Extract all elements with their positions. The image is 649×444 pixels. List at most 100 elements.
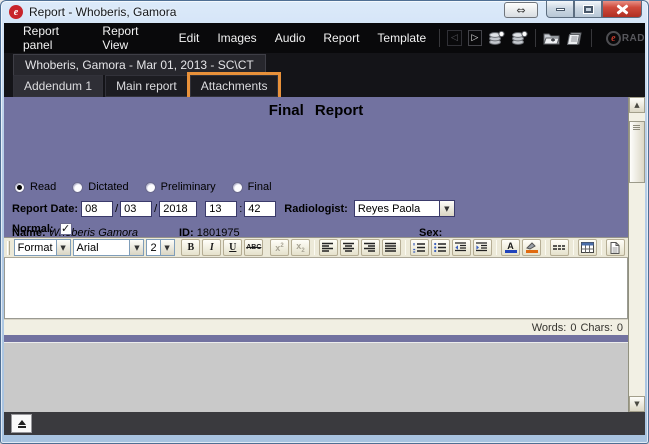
chevron-down-icon: ▼ xyxy=(56,240,70,255)
menu-report[interactable]: Report xyxy=(314,25,368,51)
chevron-down-icon[interactable]: ▼ xyxy=(439,201,454,216)
minimize-button[interactable] xyxy=(546,1,574,18)
prev-report-button[interactable]: ◁ xyxy=(447,30,462,46)
radio-final-dot[interactable] xyxy=(232,182,243,193)
normal-label: Normal: xyxy=(12,223,54,235)
addendum-lower-panel xyxy=(4,342,628,412)
maximize-button[interactable] xyxy=(574,1,602,18)
date-month-input[interactable] xyxy=(120,201,152,217)
collapse-panel-button[interactable] xyxy=(11,414,32,433)
normal-checkbox[interactable]: ✓ xyxy=(60,223,72,235)
radio-read-dot[interactable] xyxy=(14,182,25,193)
toolbar-divider xyxy=(545,240,546,255)
outdent-button[interactable] xyxy=(452,239,471,256)
save-close-report-icon[interactable] xyxy=(511,30,528,46)
eject-icon xyxy=(18,420,26,425)
numbered-list-button[interactable] xyxy=(410,239,429,256)
close-button[interactable] xyxy=(602,1,642,18)
tab-attachments[interactable]: Attachments xyxy=(190,75,279,97)
tab-main-report[interactable]: Main report xyxy=(105,75,188,97)
chevron-down-icon: ▼ xyxy=(160,240,174,255)
close-icon xyxy=(617,5,628,14)
toolbar-divider xyxy=(314,240,315,255)
radio-preliminary[interactable]: Preliminary xyxy=(145,181,216,193)
report-text-editor[interactable] xyxy=(4,258,628,319)
highlight-color-button[interactable] xyxy=(522,239,541,256)
report-date-row: Report Date: / / : Radiologist: Reyes Pa… xyxy=(12,200,455,217)
editor-toolbar: Format ▼ Arial ▼ 2 ▼ B I U xyxy=(4,237,628,258)
templates-book-icon[interactable] xyxy=(567,31,584,46)
new-page-button[interactable] xyxy=(606,239,625,256)
patient-study-tab[interactable]: Whoberis, Gamora - Mar 01, 2013 - SC\CT xyxy=(13,54,266,75)
align-left-button[interactable] xyxy=(319,239,338,256)
chars-count: 0 xyxy=(617,322,623,334)
vertical-scrollbar[interactable]: ▲ ▼ xyxy=(628,97,645,412)
horizontal-rule-button[interactable] xyxy=(550,239,569,256)
window-title: Report - Whoberis, Gamora xyxy=(29,5,176,19)
menu-edit[interactable]: Edit xyxy=(170,25,209,51)
menu-template[interactable]: Template xyxy=(368,25,435,51)
scroll-up-button[interactable]: ▲ xyxy=(629,97,645,113)
menu-images[interactable]: Images xyxy=(208,25,265,51)
radio-final[interactable]: Final xyxy=(232,181,272,193)
report-tabs: Addendum 1 Main report Attachments xyxy=(4,75,645,97)
report-date-label: Report Date: xyxy=(12,203,78,215)
font-select[interactable]: Arial ▼ xyxy=(73,239,145,256)
report-title: Final Report xyxy=(4,97,628,119)
menu-separator xyxy=(535,29,536,47)
erad-brand-logo: e RAD xyxy=(606,31,645,46)
font-color-swatch xyxy=(505,250,517,253)
chevron-down-icon: ▼ xyxy=(129,240,143,255)
time-hour-input[interactable] xyxy=(205,201,237,217)
next-report-button[interactable]: ▷ xyxy=(468,30,483,46)
app-window: e Report - Whoberis, Gamora ⇔ Report pan… xyxy=(0,0,649,444)
date-year-input[interactable] xyxy=(159,201,197,217)
radiologist-label: Radiologist: xyxy=(284,203,348,215)
italic-button[interactable]: I xyxy=(202,239,221,256)
radiologist-select[interactable]: Reyes Paola ▼ xyxy=(354,200,455,217)
radio-dictated[interactable]: Dictated xyxy=(72,181,128,193)
format-select[interactable]: Format ▼ xyxy=(14,239,71,256)
menu-report-panel[interactable]: Report panel xyxy=(14,18,93,58)
date-day-input[interactable] xyxy=(81,201,113,217)
menu-bar: Report panel Report View Edit Images Aud… xyxy=(4,23,645,53)
highlight-color-swatch xyxy=(526,250,538,253)
bottom-bar xyxy=(4,412,645,435)
toolbar-divider xyxy=(601,240,602,255)
erad-app-icon: e xyxy=(9,5,23,19)
toolbar-divider xyxy=(496,240,497,255)
strikethrough-button[interactable]: ABC xyxy=(244,239,263,256)
align-right-button[interactable] xyxy=(361,239,380,256)
time-minute-input[interactable] xyxy=(244,201,276,217)
tab-addendum-1[interactable]: Addendum 1 xyxy=(13,75,103,97)
swap-monitor-button[interactable]: ⇔ xyxy=(504,2,538,18)
normal-row: Normal: ✓ xyxy=(12,223,72,235)
subscript-button[interactable]: x2 xyxy=(291,239,310,256)
save-report-icon[interactable] xyxy=(488,30,505,46)
maximize-icon xyxy=(584,6,593,13)
menu-audio[interactable]: Audio xyxy=(266,25,315,51)
insert-table-button[interactable] xyxy=(578,239,597,256)
justify-button[interactable] xyxy=(382,239,401,256)
underline-button[interactable]: U xyxy=(223,239,242,256)
radio-dictated-dot[interactable] xyxy=(72,182,83,193)
app-body: Report panel Report View Edit Images Aud… xyxy=(4,23,645,433)
bold-button[interactable]: B xyxy=(181,239,200,256)
align-center-button[interactable] xyxy=(340,239,359,256)
words-count: 0 xyxy=(570,322,576,334)
toolbar-divider xyxy=(405,240,406,255)
superscript-button[interactable]: x2 xyxy=(270,239,289,256)
bullet-list-button[interactable] xyxy=(431,239,450,256)
font-color-button[interactable]: A xyxy=(501,239,520,256)
toolbar-grip[interactable] xyxy=(7,241,10,255)
menu-separator xyxy=(591,29,592,47)
radio-read[interactable]: Read xyxy=(14,181,56,193)
minimize-icon xyxy=(556,8,565,11)
indent-button[interactable] xyxy=(473,239,492,256)
open-folder-icon[interactable] xyxy=(543,31,561,46)
radio-preliminary-dot[interactable] xyxy=(145,182,156,193)
toolbar-divider xyxy=(573,240,574,255)
menu-report-view[interactable]: Report View xyxy=(93,18,169,58)
font-size-select[interactable]: 2 ▼ xyxy=(146,239,174,256)
scroll-down-button[interactable]: ▼ xyxy=(629,396,645,412)
